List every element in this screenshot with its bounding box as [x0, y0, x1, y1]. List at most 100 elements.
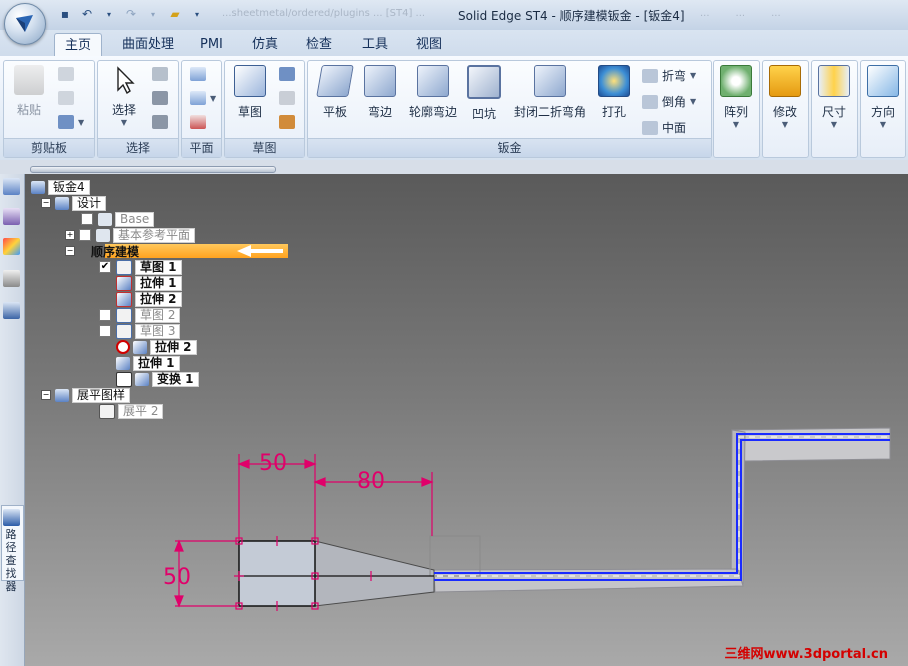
- splitter-handle[interactable]: [30, 166, 276, 173]
- model-viewport[interactable]: 50 80 50: [25, 174, 908, 666]
- ribbon: 粘贴 ▼ 剪贴板 选择 ▼ 选择 ▼ 平面 草图 草图 平板 弯边 轮廓弯边 凹…: [0, 56, 908, 161]
- pencil-icon: [279, 115, 295, 129]
- undo-dropdown-icon[interactable]: ▾: [100, 5, 118, 23]
- dimple-button[interactable]: 凹坑: [466, 65, 502, 122]
- hole-button[interactable]: 打孔: [596, 65, 632, 120]
- midplane-icon: [642, 120, 658, 135]
- undo-icon[interactable]: ↶: [78, 5, 96, 23]
- faded-text: ...: [735, 8, 746, 19]
- select-button[interactable]: 选择 ▼: [104, 65, 144, 127]
- dimension-offset[interactable]: 80: [357, 469, 385, 494]
- select-funnel-button[interactable]: [152, 91, 168, 105]
- library-icon[interactable]: [3, 270, 20, 287]
- coordinate-system-icon: [190, 115, 206, 129]
- color-manager-icon[interactable]: [3, 238, 20, 255]
- chamfer-button[interactable]: 倒角 ▼: [642, 93, 696, 110]
- upper-flange-face[interactable]: [731, 427, 891, 462]
- cut-icon: [58, 67, 74, 81]
- tab-tools[interactable]: 工具: [352, 33, 398, 56]
- chamfer-icon: [642, 94, 658, 109]
- paste-label: 粘贴: [16, 103, 41, 117]
- assembly-icon[interactable]: [3, 302, 20, 319]
- dimension-height[interactable]: 50: [163, 565, 191, 590]
- clipboard-group-label: 剪贴板: [4, 138, 94, 157]
- ribbon-tabs: 主页 曲面处理 PMI 仿真 检查 工具 视图: [0, 30, 908, 57]
- plane-icon: [190, 67, 206, 81]
- dimple-label: 凹坑: [471, 107, 496, 121]
- tab-feature-label: 平板: [322, 105, 347, 119]
- dimension-group: 尺寸 ▼: [811, 60, 858, 158]
- redo-dropdown-icon[interactable]: ▾: [144, 5, 162, 23]
- paste-button[interactable]: 粘贴: [12, 65, 46, 118]
- family-icon[interactable]: [3, 208, 20, 225]
- sketch-group-label: 草图: [225, 138, 304, 157]
- midplane-button[interactable]: 中面: [642, 119, 686, 136]
- dimple-icon: [467, 65, 501, 99]
- flange-label: 弯边: [367, 105, 392, 119]
- arrow-pointer-icon: [117, 66, 135, 95]
- filter-box-icon: [152, 67, 168, 81]
- chevron-down-icon: ▼: [210, 93, 217, 103]
- tab-feature-button[interactable]: 平板: [314, 65, 356, 120]
- chevron-down-icon: ▼: [120, 118, 128, 127]
- paste-special-button[interactable]: ▼: [58, 115, 84, 129]
- contour-flange-button[interactable]: 轮廓弯边: [404, 65, 462, 120]
- closed-corner-button[interactable]: 封闭二折弯角: [508, 65, 592, 120]
- copy-icon: [58, 91, 74, 105]
- coordinate-system-button[interactable]: [190, 115, 206, 129]
- sketch-button[interactable]: 草图: [229, 65, 271, 120]
- tab-inspect[interactable]: 检查: [296, 33, 342, 56]
- sheetmetal-group-label: 钣金: [308, 138, 711, 157]
- coincident-plane-button[interactable]: [190, 67, 206, 81]
- faded-background-text: ...sheetmetal/ordered/plugins ... [ST4] …: [222, 8, 426, 19]
- funnel-icon: [152, 91, 168, 105]
- tab-surfacing[interactable]: 曲面处理: [112, 33, 184, 56]
- sketch-tool-1-button[interactable]: [279, 67, 295, 81]
- cut-button[interactable]: [58, 67, 74, 81]
- parallel-plane-button[interactable]: ▼: [190, 91, 216, 105]
- copy-button[interactable]: [58, 91, 74, 105]
- modify-icon: [769, 65, 801, 97]
- flange-button[interactable]: 弯边: [360, 65, 400, 120]
- application-button[interactable]: [4, 3, 46, 45]
- orient-group: 方向 ▼: [860, 60, 906, 158]
- graphics-window[interactable]: 钣金4 − 设计 Base + 基本参考平面 − 顺序建模 ✔ 草图 1 拉伸 …: [25, 174, 908, 666]
- fold-icon: [642, 68, 658, 83]
- highlighted-edge[interactable]: [434, 439, 890, 581]
- fold-button[interactable]: 折弯 ▼: [642, 67, 696, 84]
- tab-simulation[interactable]: 仿真: [242, 33, 288, 56]
- qat-customize-icon[interactable]: ▾: [188, 5, 206, 23]
- redo-icon[interactable]: ↷: [122, 5, 140, 23]
- sketch-tool-3-button[interactable]: [279, 115, 295, 129]
- save-icon[interactable]: ▪: [56, 5, 74, 23]
- pathfinder-icon: [3, 509, 20, 526]
- square-pad-face[interactable]: [238, 540, 316, 607]
- open-folder-icon[interactable]: ▰: [166, 5, 184, 23]
- tab-pmi[interactable]: PMI: [190, 33, 233, 56]
- sketch-icon: [234, 65, 266, 97]
- dimension-button[interactable]: 尺寸 ▼: [814, 65, 854, 129]
- view-orient-icon: [867, 65, 899, 97]
- faded-right-text: ... ... ...: [700, 8, 781, 19]
- select-tools-button[interactable]: [152, 115, 168, 129]
- select-filter-button[interactable]: [152, 67, 168, 81]
- pattern-group: 阵列 ▼: [713, 60, 760, 158]
- sketch-tool-2-button[interactable]: [279, 91, 295, 105]
- layers-icon[interactable]: [3, 178, 20, 195]
- closed-corner-icon: [534, 65, 566, 97]
- hole-label: 打孔: [601, 105, 626, 119]
- solid-edge-logo-icon: [16, 15, 33, 32]
- tab-view[interactable]: 视图: [406, 33, 452, 56]
- faded-text: ...: [700, 8, 710, 19]
- transition-face[interactable]: [314, 540, 435, 607]
- window-title: Solid Edge ST4 - 顺序建模钣金 - [钣金4]: [458, 9, 685, 23]
- dimension-label: 尺寸: [821, 105, 846, 119]
- pathfinder-tab-label: 路径查找器: [5, 528, 17, 593]
- orient-button[interactable]: 方向 ▼: [863, 65, 903, 129]
- sheetmetal-group: 平板 弯边 轮廓弯边 凹坑 封闭二折弯角 打孔 折弯 ▼ 倒角 ▼ 中面 钣金: [307, 60, 712, 158]
- dimension-width[interactable]: 50: [259, 451, 287, 476]
- modify-button[interactable]: 修改 ▼: [765, 65, 805, 129]
- pattern-button[interactable]: 阵列 ▼: [716, 65, 756, 129]
- chamfer-label: 倒角: [662, 95, 687, 109]
- tab-home[interactable]: 主页: [54, 33, 103, 57]
